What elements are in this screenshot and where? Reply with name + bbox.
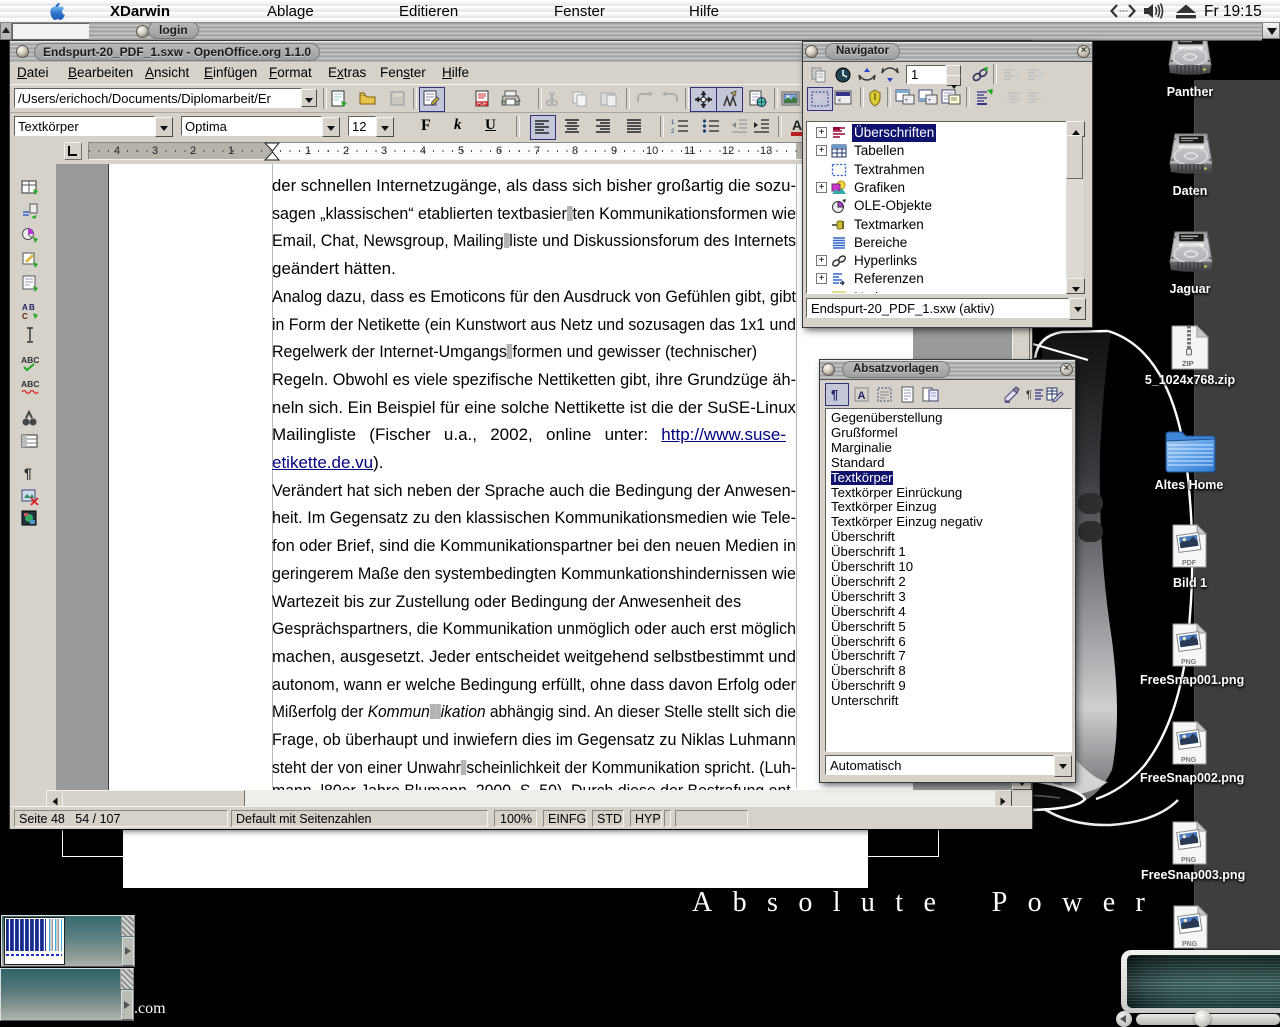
svg-text:PNG: PNG: [1181, 659, 1197, 666]
svg-text:C: C: [22, 312, 28, 320]
svg-text:¶: ¶: [831, 387, 838, 402]
svg-text:PNG: PNG: [1181, 857, 1197, 864]
svg-text:¶: ¶: [24, 465, 32, 481]
svg-text:2: 2: [671, 129, 675, 134]
svg-text:ZIP: ZIP: [1182, 359, 1194, 368]
svg-text:A: A: [792, 117, 802, 133]
svg-text:x: x: [838, 98, 841, 104]
svg-text:ABC: ABC: [21, 355, 39, 365]
svg-text:PNG: PNG: [1181, 757, 1197, 764]
svg-text:PDF: PDF: [1182, 560, 1197, 567]
svg-text:A: A: [22, 303, 28, 312]
svg-text:+: +: [905, 98, 909, 104]
svg-text:A: A: [858, 390, 866, 402]
svg-text:¶: ¶: [1026, 389, 1032, 401]
svg-text:ABC: ABC: [21, 379, 39, 389]
svg-text:1: 1: [671, 120, 675, 126]
svg-text:B: B: [29, 303, 35, 312]
svg-text:PDF: PDF: [477, 102, 487, 108]
svg-text:+: +: [928, 98, 932, 104]
